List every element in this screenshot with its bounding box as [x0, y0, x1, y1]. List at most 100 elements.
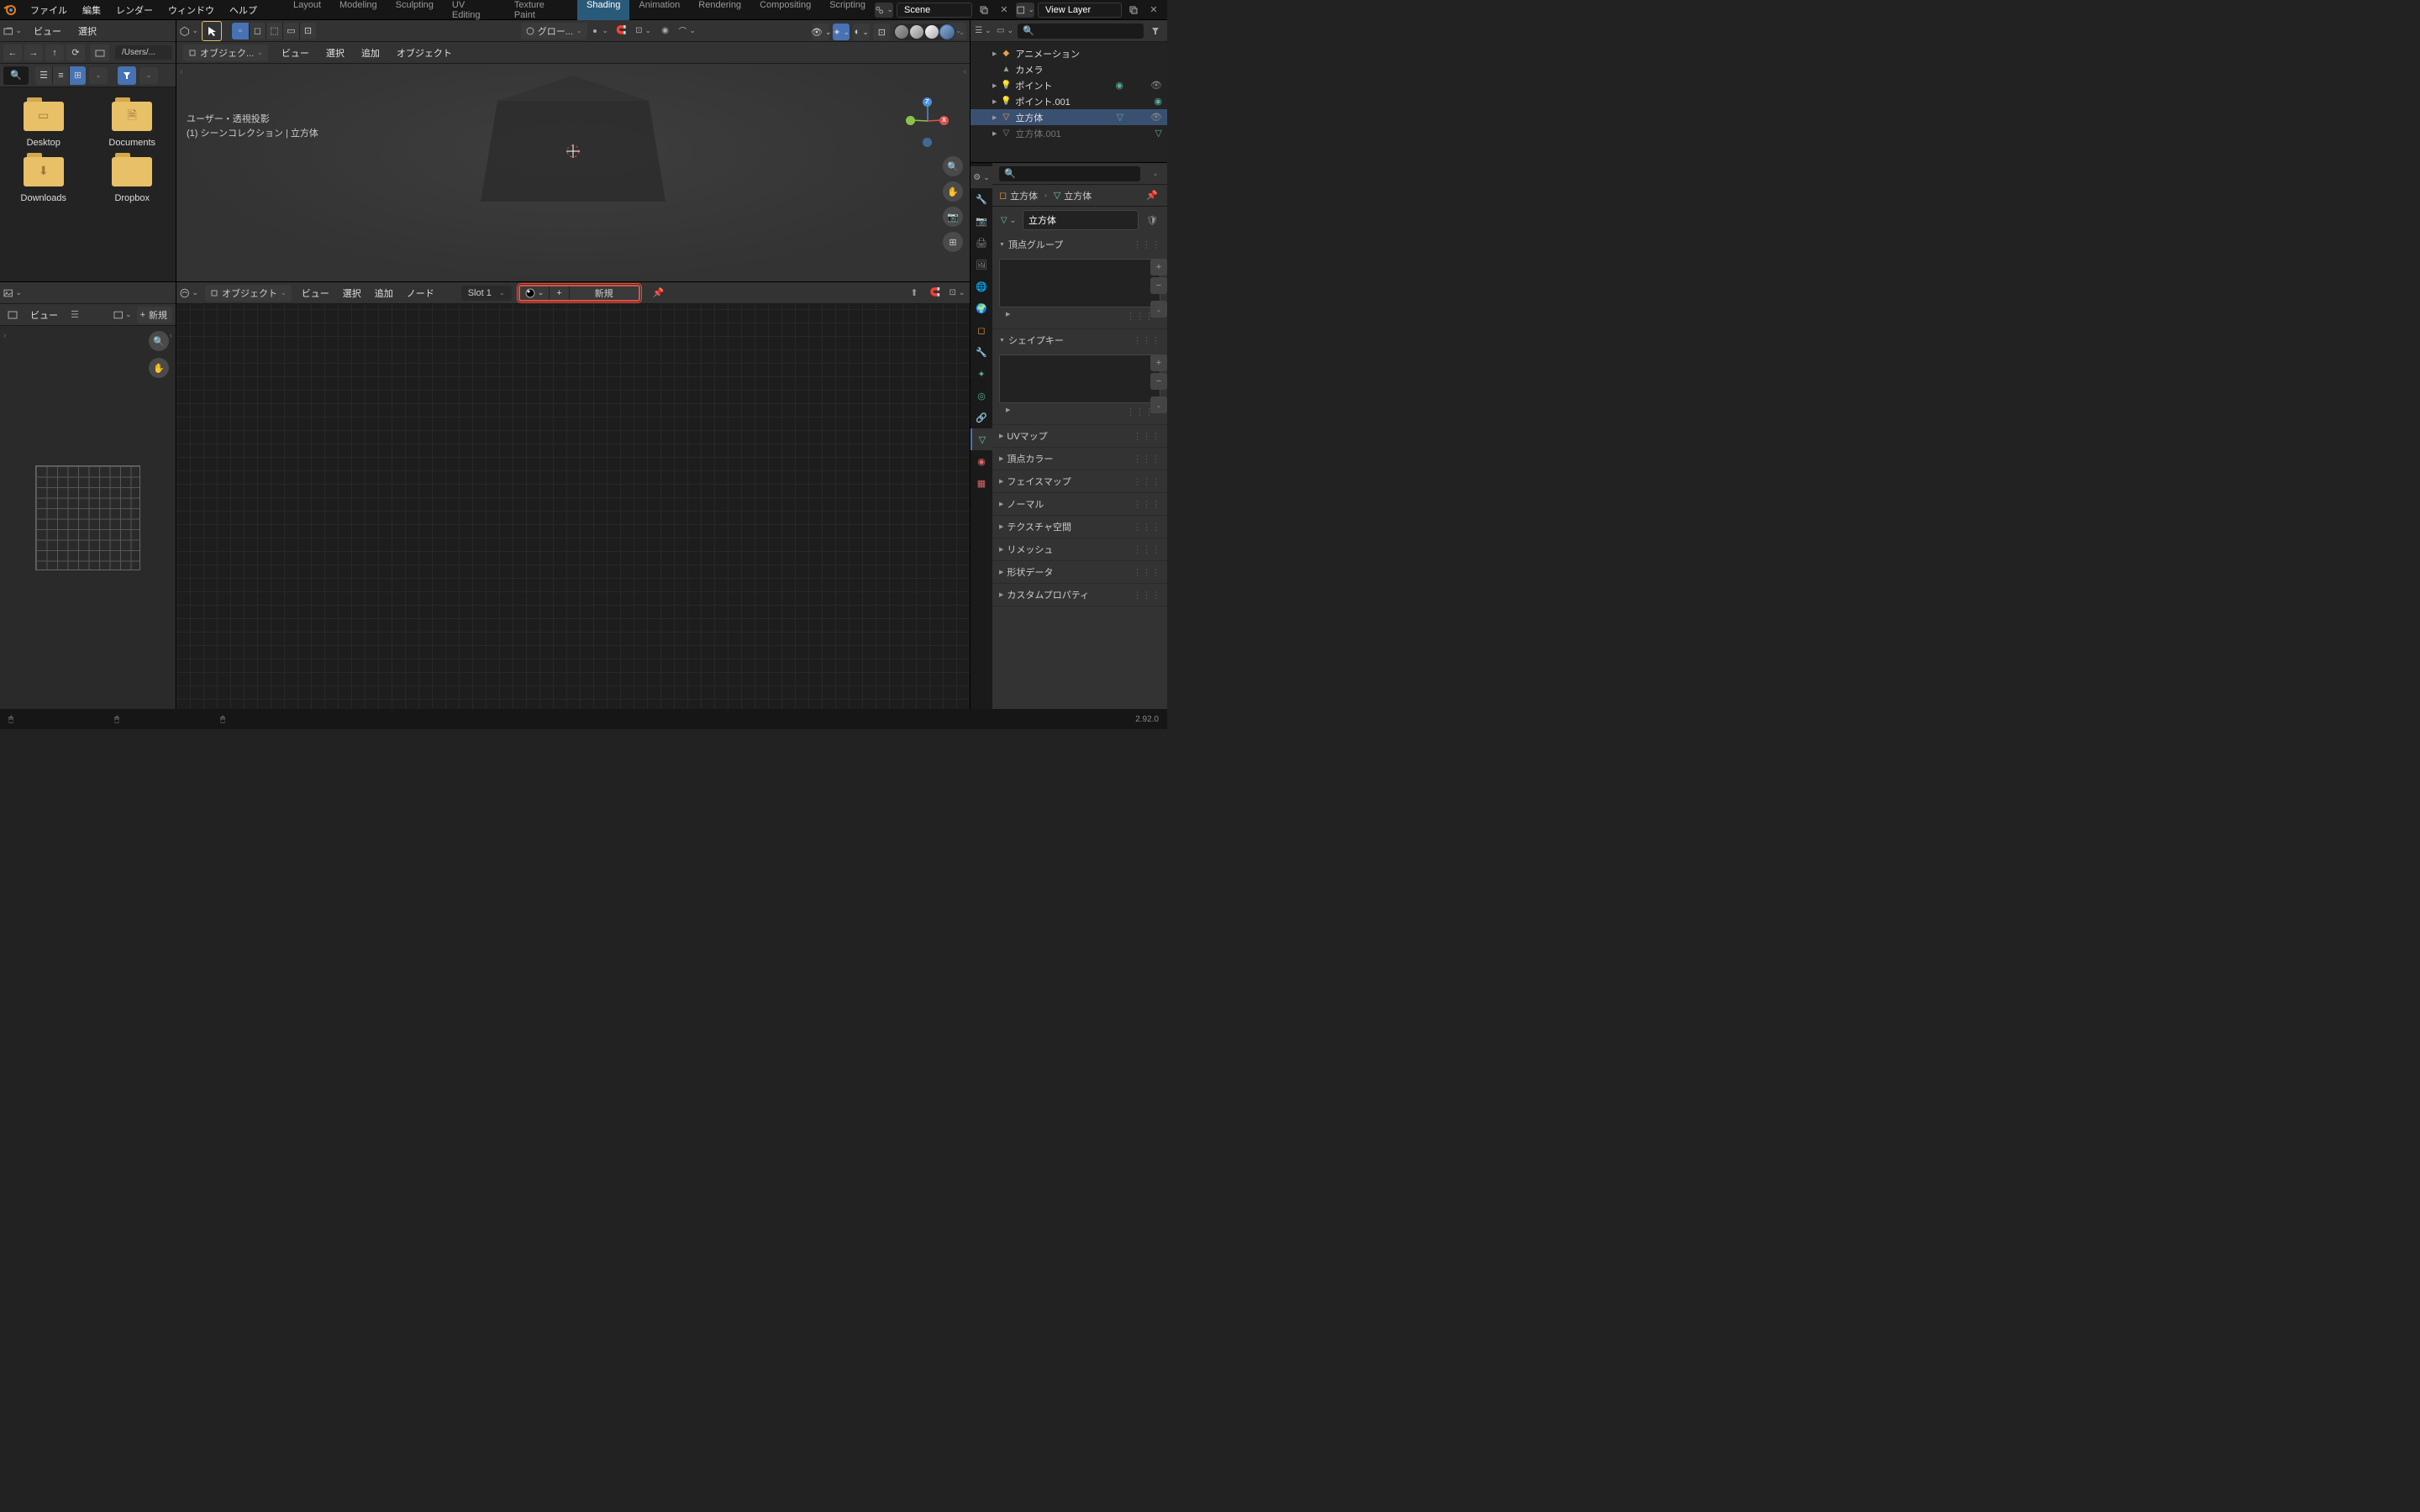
transform-orientation-dropdown[interactable]: グロー...⌄: [521, 23, 587, 39]
expand-icon[interactable]: ▶: [992, 130, 997, 137]
expand-icon[interactable]: ▶: [992, 50, 997, 57]
material-browse-icon[interactable]: ⌄: [520, 286, 550, 300]
image-new-button[interactable]: + 新規: [137, 307, 172, 323]
tab-constraint-icon[interactable]: 🔗: [971, 407, 992, 428]
shading-options-icon[interactable]: ⌄: [959, 29, 965, 36]
menu-window[interactable]: ウィンドウ: [161, 0, 221, 20]
ne-menu-select[interactable]: 選択: [339, 285, 365, 302]
tab-particle-icon[interactable]: ✦: [971, 363, 992, 385]
proportional-falloff-icon[interactable]: ⌒⌄: [678, 24, 697, 39]
panel-header[interactable]: ▶UVマップ⋮⋮⋮: [992, 425, 1167, 447]
scene-new-icon[interactable]: [976, 2, 992, 18]
image-canvas[interactable]: [0, 326, 176, 709]
panel-header[interactable]: ▼頂点グループ⋮⋮⋮: [992, 234, 1167, 255]
tree-item-point[interactable]: ▶ 💡 ポイント ◉ 👁: [971, 77, 1167, 93]
properties-options-icon[interactable]: ⌄: [1147, 165, 1164, 182]
select-mode-lasso-icon[interactable]: ▭: [282, 23, 299, 39]
tab-object-icon[interactable]: ◻: [971, 319, 992, 341]
add-item-icon[interactable]: +: [1150, 259, 1167, 276]
select-mode-extra-icon[interactable]: ⊡: [299, 23, 316, 39]
expand-toolbar-icon[interactable]: ›: [180, 67, 182, 76]
snap-icon[interactable]: 🧲: [926, 286, 944, 301]
editor-type-filebrowser-icon[interactable]: ⌄: [3, 24, 22, 39]
parent-node-icon[interactable]: ⬆: [906, 285, 923, 302]
expand-row-icon[interactable]: ▶: [1006, 407, 1010, 417]
ne-menu-node[interactable]: ノード: [403, 285, 438, 302]
panel-header[interactable]: ▶頂点カラー⋮⋮⋮: [992, 448, 1167, 470]
proportional-icon[interactable]: ◉: [656, 24, 675, 39]
path-input[interactable]: /Users/...: [115, 45, 172, 60]
panel-header[interactable]: ▶ノーマル⋮⋮⋮: [992, 493, 1167, 515]
tab-tool-icon[interactable]: 🔧: [971, 188, 992, 210]
tree-item-camera[interactable]: ▶ ▲ カメラ: [971, 61, 1167, 77]
display-list-icon[interactable]: ☰: [35, 66, 52, 85]
pan-icon[interactable]: ✋: [943, 181, 963, 202]
pan-icon[interactable]: ✋: [149, 358, 169, 378]
menu-render[interactable]: レンダー: [109, 0, 160, 20]
ie-menu-view[interactable]: ビュー: [27, 307, 61, 323]
ne-menu-view[interactable]: ビュー: [298, 285, 333, 302]
image-browse-icon[interactable]: ⌄: [113, 307, 132, 323]
scene-name-input[interactable]: Scene: [897, 3, 972, 18]
pin-breadcrumb-icon[interactable]: 📌: [1144, 187, 1160, 204]
panel-header[interactable]: ▼シェイプキー⋮⋮⋮: [992, 329, 1167, 351]
shading-wireframe-icon[interactable]: [895, 25, 908, 39]
shading-solid-icon[interactable]: [910, 25, 923, 39]
outliner-display-mode-icon[interactable]: ▭⌄: [996, 24, 1014, 39]
pin-icon[interactable]: 📌: [650, 285, 667, 302]
material-slot-dropdown[interactable]: Slot 1⌄: [461, 286, 512, 301]
remove-item-icon[interactable]: −: [1150, 373, 1167, 390]
shield-icon[interactable]: 🛡: [1144, 212, 1160, 228]
panel-header[interactable]: ▶リメッシュ⋮⋮⋮: [992, 538, 1167, 560]
interaction-mode-dropdown[interactable]: オブジェク...⌄: [183, 45, 268, 61]
shading-matprev-icon[interactable]: [925, 25, 939, 39]
panel-header[interactable]: ▶カスタムプロパティ⋮⋮⋮: [992, 584, 1167, 606]
specials-icon[interactable]: ⌄: [1150, 396, 1167, 413]
ie-menu-more-icon[interactable]: ☰: [66, 307, 83, 323]
expand-row-icon[interactable]: ▶: [1006, 311, 1010, 322]
filter-toggle-icon[interactable]: [118, 66, 136, 85]
tab-texture-icon[interactable]: ▦: [971, 472, 992, 494]
nav-forward-icon[interactable]: →: [24, 45, 43, 61]
zoom-icon[interactable]: 🔍: [149, 331, 169, 351]
overlay-toggle-icon[interactable]: ◐⌄: [853, 24, 870, 40]
view-object-types-icon[interactable]: 👁⌄: [813, 24, 829, 40]
light-data-icon[interactable]: ◉: [1154, 96, 1162, 107]
display-detail-icon[interactable]: ≡: [52, 66, 69, 85]
tab-viewlayer-icon[interactable]: 🖼: [971, 254, 992, 276]
display-settings-icon[interactable]: ⌄: [89, 67, 108, 84]
data-browse-icon[interactable]: ▽⌄: [999, 213, 1018, 228]
remove-item-icon[interactable]: −: [1150, 277, 1167, 294]
expand-icon[interactable]: ▶: [992, 114, 997, 121]
xray-icon[interactable]: ⊡: [873, 24, 890, 40]
data-name-input[interactable]: 立方体: [1023, 210, 1139, 230]
gizmo-toggle-icon[interactable]: ✦⌄: [833, 24, 850, 40]
add-item-icon[interactable]: +: [1150, 354, 1167, 371]
breadcrumb-object[interactable]: ◻立方体: [999, 189, 1038, 202]
image-mode-icon[interactable]: [3, 307, 22, 323]
fb-menu-select[interactable]: 選択: [73, 23, 102, 39]
nav-refresh-icon[interactable]: ⟳: [66, 45, 85, 61]
perspective-toggle-icon[interactable]: ⊞: [943, 232, 963, 252]
editor-type-shader-icon[interactable]: ⌄: [180, 286, 198, 301]
outliner-search-input[interactable]: 🔍: [1018, 24, 1144, 39]
folder-documents[interactable]: 🗎 Documents: [94, 97, 171, 148]
display-thumb-icon[interactable]: ⊞: [69, 66, 86, 85]
breadcrumb-data[interactable]: ▽立方体: [1054, 189, 1092, 202]
light-data-icon[interactable]: ◉: [1115, 80, 1123, 91]
select-mode-box-icon[interactable]: ◻: [249, 23, 266, 39]
expand-sidebar-icon[interactable]: ‹: [964, 67, 966, 76]
vertex-group-list[interactable]: [999, 259, 1160, 307]
specials-icon[interactable]: ⌄: [1150, 301, 1167, 318]
folder-dropbox[interactable]: Dropbox: [94, 153, 171, 203]
editor-type-image-icon[interactable]: ⌄: [3, 286, 22, 301]
zoom-icon[interactable]: 🔍: [943, 156, 963, 176]
menu-help[interactable]: ヘルプ: [223, 0, 264, 20]
mesh-data-icon[interactable]: ▽: [1155, 128, 1162, 139]
panel-header[interactable]: ▶フェイスマップ⋮⋮⋮: [992, 470, 1167, 492]
viewlayer-name-input[interactable]: View Layer: [1038, 3, 1122, 18]
fb-menu-view[interactable]: ビュー: [29, 23, 66, 39]
tab-data-icon[interactable]: ▽: [971, 428, 992, 450]
eye-icon[interactable]: 👁: [1150, 112, 1162, 123]
panel-header[interactable]: ▶テクスチャ空間⋮⋮⋮: [992, 516, 1167, 538]
